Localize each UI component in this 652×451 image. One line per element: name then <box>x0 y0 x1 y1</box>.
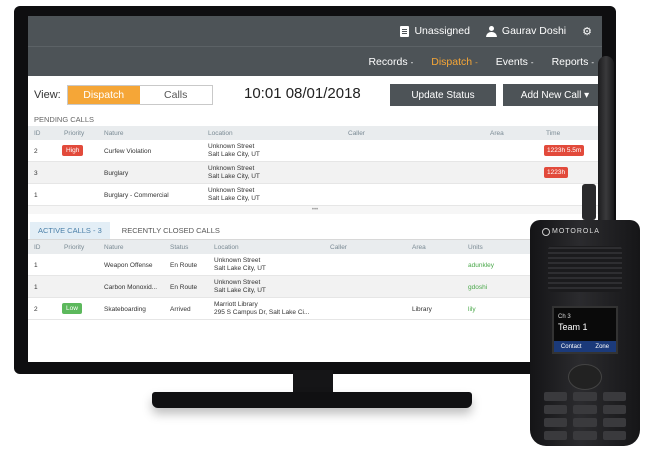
col-nature[interactable]: Nature <box>104 244 124 251</box>
controls-row: View: Dispatch Calls 10:01 08/01/2018 Up… <box>28 76 602 114</box>
gear-icon[interactable]: ⚙ <box>582 25 592 38</box>
col-priority[interactable]: Priority <box>64 130 84 137</box>
unit-link[interactable]: adunkley <box>468 262 494 269</box>
col-id[interactable]: ID <box>34 130 41 137</box>
col-area[interactable]: Area <box>490 130 504 137</box>
pending-calls-label: PENDING CALLS <box>34 115 95 124</box>
col-status[interactable]: Status <box>170 244 188 251</box>
radio-display: Ch 3 Team 1 Contact Zone <box>552 306 618 354</box>
col-nature[interactable]: Nature <box>104 130 124 137</box>
resize-handle[interactable]: ••• <box>28 206 602 214</box>
datetime-display: 10:01 08/01/2018 <box>244 85 361 102</box>
unit-link[interactable]: lily <box>468 306 476 313</box>
document-icon <box>400 25 410 37</box>
radio-knob <box>582 184 596 220</box>
col-location[interactable]: Location <box>214 244 239 251</box>
unassigned-status[interactable]: Unassigned <box>400 25 470 37</box>
table-row[interactable]: 1 Burglary - Commercial Unknown Street S… <box>28 184 602 206</box>
motorola-logo-icon <box>542 228 550 236</box>
monitor-stand-neck <box>293 370 333 394</box>
softkey-zone: Zone <box>595 343 610 350</box>
table-row[interactable]: 2 Low Skateboarding Arrived Marriott Lib… <box>28 298 602 320</box>
dispatch-app-screen: Unassigned Gaurav Doshi ⚙ Records - Dispa… <box>28 16 602 362</box>
scene: Unassigned Gaurav Doshi ⚙ Records - Dispa… <box>0 0 652 451</box>
radio-keypad <box>544 392 626 440</box>
two-way-radio: MOTOROLA Ch 3 Team 1 Contact Zone <box>530 56 642 446</box>
top-bar: Unassigned Gaurav Doshi ⚙ <box>28 16 602 46</box>
toggle-calls[interactable]: Calls <box>139 86 212 104</box>
tab-active-calls[interactable]: ACTIVE CALLS - 3 <box>30 222 110 239</box>
col-units[interactable]: Units <box>468 244 483 251</box>
col-priority[interactable]: Priority <box>64 244 84 251</box>
unassigned-label: Unassigned <box>414 25 470 37</box>
unit-link[interactable]: gdoshi <box>468 284 487 291</box>
pending-table-header: ID Priority Nature Location Caller Area … <box>28 126 602 140</box>
radio-team: Team 1 <box>558 322 588 332</box>
radio-dpad <box>568 364 602 390</box>
table-row[interactable]: 1 Weapon Offense En Route Unknown Street… <box>28 254 602 276</box>
radio-body: MOTOROLA Ch 3 Team 1 Contact Zone <box>530 220 640 446</box>
nav-records[interactable]: Records - <box>368 56 413 68</box>
priority-badge: Low <box>62 303 82 314</box>
radio-speaker-grille <box>548 246 622 292</box>
softkey-contact: Contact <box>560 343 582 350</box>
update-status-button[interactable]: Update Status <box>390 84 496 106</box>
table-row[interactable]: 3 Burglary Unknown Street Salt Lake City… <box>28 162 602 184</box>
tab-recently-closed[interactable]: RECENTLY CLOSED CALLS <box>114 222 228 239</box>
table-row[interactable]: 2 High Curfew Violation Unknown Street S… <box>28 140 602 162</box>
radio-antenna <box>598 56 614 224</box>
table-row[interactable]: 1 Carbon Monoxid... En Route Unknown Str… <box>28 276 602 298</box>
nav-dispatch[interactable]: Dispatch - <box>431 56 478 68</box>
col-area[interactable]: Area <box>412 244 426 251</box>
view-label: View: <box>34 89 61 101</box>
user-name: Gaurav Doshi <box>501 25 567 37</box>
toggle-dispatch[interactable]: Dispatch <box>67 86 140 104</box>
radio-brand: MOTOROLA <box>552 228 600 235</box>
monitor-stand-base <box>152 392 472 408</box>
radio-channel: Ch 3 <box>558 314 571 320</box>
main-nav: Records - Dispatch - Events - Reports - <box>28 46 602 76</box>
nav-events[interactable]: Events - <box>496 56 534 68</box>
user-icon <box>485 25 497 37</box>
calls-tabs: ACTIVE CALLS - 3 RECENTLY CLOSED CALLS <box>28 220 602 240</box>
col-location[interactable]: Location <box>208 130 233 137</box>
col-id[interactable]: ID <box>34 244 41 251</box>
col-caller[interactable]: Caller <box>330 244 347 251</box>
active-table-header: ID Priority Nature Status Location Calle… <box>28 240 602 254</box>
priority-badge: High <box>62 145 84 156</box>
monitor: Unassigned Gaurav Doshi ⚙ Records - Dispa… <box>14 6 616 374</box>
col-caller[interactable]: Caller <box>348 130 365 137</box>
user-menu[interactable]: Gaurav Doshi <box>485 25 567 37</box>
radio-softkeys: Contact Zone <box>554 341 616 352</box>
view-toggle: Dispatch Calls <box>66 85 213 105</box>
